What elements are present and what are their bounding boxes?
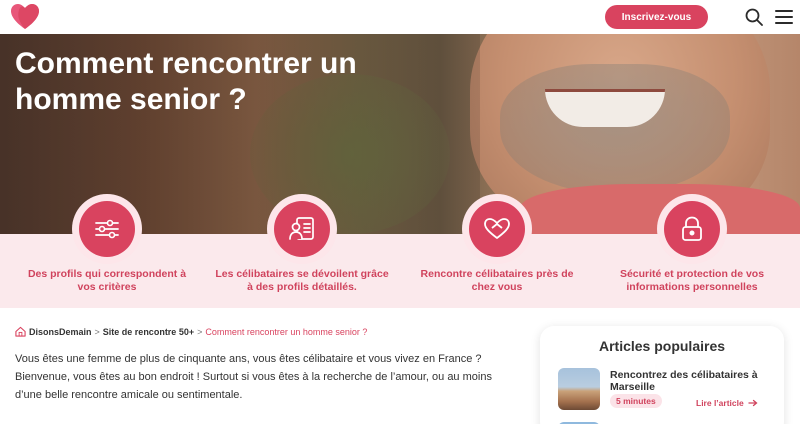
feature-label: Sécurité et protection de vos information… bbox=[619, 268, 765, 293]
breadcrumb: DisonsDemain > Site de rencontre 50+ > C… bbox=[15, 326, 367, 337]
reading-time-badge: 5 minutes bbox=[610, 394, 662, 408]
home-icon[interactable] bbox=[15, 326, 26, 337]
heart-logo-icon[interactable] bbox=[10, 3, 40, 31]
breadcrumb-separator: > bbox=[197, 326, 203, 337]
menu-icon[interactable] bbox=[775, 10, 793, 24]
signup-button[interactable]: Inscrivez-vous bbox=[605, 5, 708, 29]
feature-label: Rencontre célibataires près de chez vous bbox=[420, 268, 574, 293]
arrow-right-icon bbox=[748, 399, 758, 407]
feature-detailed-profiles: Les célibataires se dévoilent grâce à des… bbox=[207, 194, 397, 294]
popular-articles-title: Articles populaires bbox=[598, 338, 726, 354]
feature-security: Sécurité et protection de vos information… bbox=[597, 194, 787, 294]
page-title: Comment rencontrer un homme senior ? bbox=[15, 47, 357, 116]
breadcrumb-category-link[interactable]: Site de rencontre 50+ bbox=[103, 327, 194, 337]
feature-matching-profiles: Des profils qui correspondent à vos critè… bbox=[12, 194, 202, 294]
hearts-icon bbox=[484, 218, 510, 239]
popular-articles-card: Articles populaires Rencontrez des célib… bbox=[540, 326, 784, 424]
search-icon[interactable] bbox=[745, 8, 763, 26]
intro-paragraph: Vous êtes une femme de plus de cinquante… bbox=[15, 353, 492, 401]
breadcrumb-home-link[interactable]: DisonsDemain bbox=[29, 327, 92, 337]
breadcrumb-current: Comment rencontrer un homme senior ? bbox=[205, 326, 368, 337]
read-article-link[interactable]: Lire l’article bbox=[696, 398, 758, 408]
feature-label: Des profils qui correspondent à vos critè… bbox=[27, 268, 187, 293]
lock-icon bbox=[682, 216, 702, 241]
feature-label: Les célibataires se dévoilent grâce à des… bbox=[215, 268, 389, 293]
article-thumbnail[interactable] bbox=[558, 368, 600, 410]
feature-nearby-singles: Rencontre célibataires près de chez vous bbox=[402, 194, 592, 294]
profile-card-icon bbox=[289, 217, 314, 240]
article-title[interactable]: Rencontrez des célibataires à Marseille bbox=[610, 369, 775, 393]
sliders-icon bbox=[95, 219, 119, 239]
top-navbar: Inscrivez-vous bbox=[0, 0, 800, 34]
breadcrumb-separator: > bbox=[94, 326, 100, 337]
